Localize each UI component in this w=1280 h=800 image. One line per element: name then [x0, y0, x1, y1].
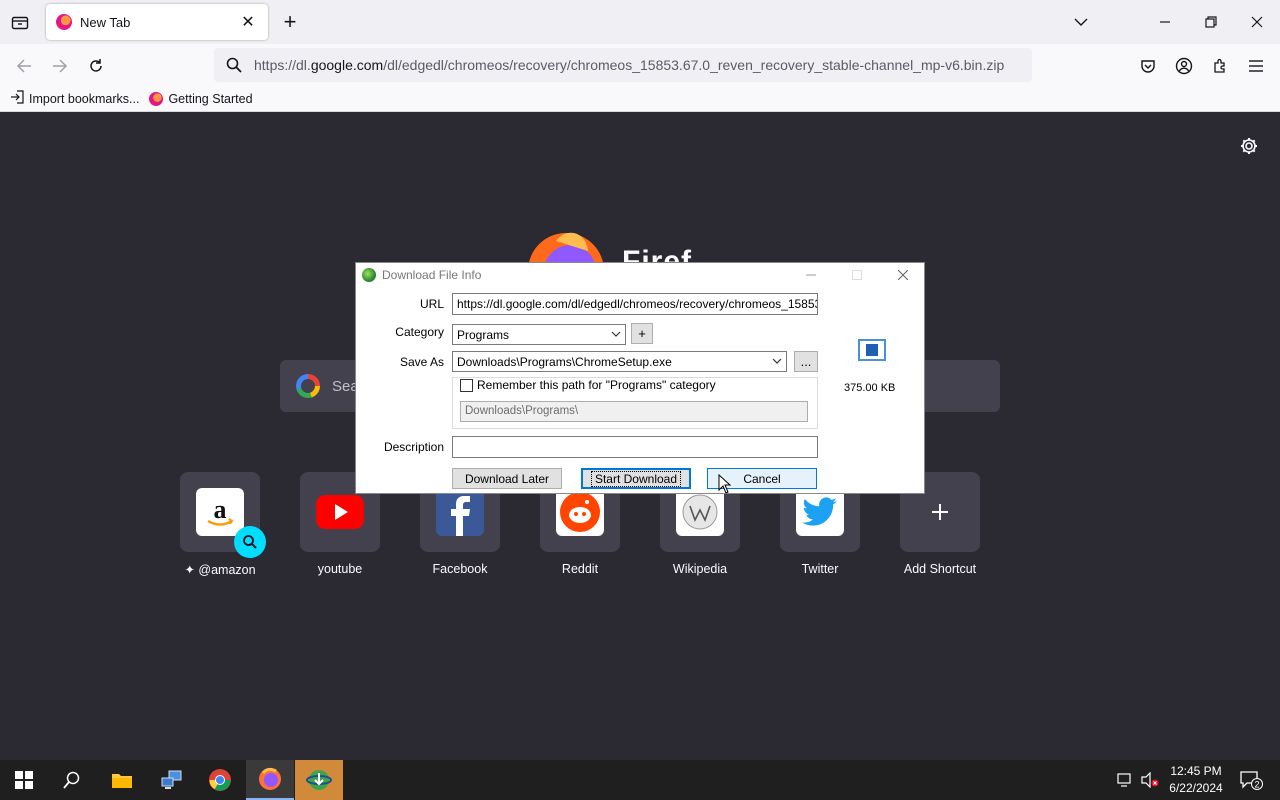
- plus-icon: [916, 488, 964, 536]
- file-explorer-icon[interactable]: [98, 760, 146, 800]
- start-download-button[interactable]: Start Download: [581, 468, 691, 489]
- reload-icon[interactable]: [82, 52, 110, 80]
- new-tab-button[interactable]: +: [278, 10, 302, 34]
- minimize-icon[interactable]: [1142, 0, 1188, 44]
- address-bar[interactable]: https://dl.google.com/dl/edgedl/chromeos…: [214, 48, 1032, 82]
- url-field[interactable]: https://dl.google.com/dl/edgedl/chromeos…: [452, 293, 818, 315]
- volume-muted-icon[interactable]: [1140, 770, 1160, 790]
- pocket-icon[interactable]: [1134, 52, 1162, 80]
- idm-taskbar-icon[interactable]: [295, 760, 343, 800]
- google-icon: [296, 374, 320, 398]
- firefox-icon: [56, 14, 72, 30]
- network-computer-icon[interactable]: [148, 760, 196, 800]
- system-clock[interactable]: 12:45 PM 6/22/2024: [1160, 763, 1232, 797]
- file-size: 375.00 KB: [844, 382, 896, 394]
- browse-button[interactable]: ...: [794, 351, 818, 372]
- shortcut-tile[interactable]: a: [180, 472, 266, 558]
- add-category-button[interactable]: +: [631, 323, 653, 344]
- description-label: Description: [383, 440, 444, 454]
- settings-gear-icon[interactable]: [1238, 135, 1260, 157]
- shortcut-label: ✦ @amazon: [184, 563, 256, 577]
- extensions-icon[interactable]: [1206, 52, 1234, 80]
- tab-list-icon[interactable]: [6, 10, 34, 34]
- navigation-bar: https://dl.google.com/dl/edgedl/chromeos…: [0, 44, 1280, 86]
- remember-path-row[interactable]: Remember this path for "Programs" catego…: [460, 378, 716, 392]
- shortcut-label: Facebook: [432, 562, 488, 576]
- youtube-icon: [316, 488, 364, 536]
- forward-icon[interactable]: [46, 52, 74, 80]
- shortcut-label: Add Shortcut: [903, 562, 977, 576]
- action-center-icon[interactable]: 2: [1238, 770, 1264, 790]
- url-text: https://dl.google.com/dl/edgedl/chromeos…: [254, 57, 1005, 73]
- save-as-select[interactable]: Downloads\Programs\ChromeSetup.exe: [452, 351, 787, 372]
- shortcut-label: youtube: [317, 562, 363, 576]
- chrome-icon[interactable]: [196, 760, 244, 800]
- restore-icon[interactable]: [1188, 0, 1234, 44]
- bookmarks-toolbar: Import bookmarks... Getting Started: [0, 86, 1280, 112]
- shortcut-amazon[interactable]: a ✦ @amazon: [180, 472, 266, 577]
- tab-new-tab[interactable]: New Tab ✕: [46, 4, 268, 40]
- shortcut-label: Wikipedia: [672, 562, 728, 576]
- svg-text:a: a: [214, 495, 227, 524]
- windows-start-icon[interactable]: [0, 760, 48, 800]
- dialog-title: Download File Info: [382, 268, 482, 282]
- download-file-info-dialog: Download File Info URL https://dl.google…: [355, 262, 925, 494]
- wikipedia-icon: [676, 488, 724, 536]
- remember-path-field: Downloads\Programs\: [460, 401, 808, 422]
- close-tab-icon[interactable]: ✕: [238, 12, 258, 32]
- category-label: Category: [395, 325, 444, 339]
- search-icon[interactable]: [48, 760, 96, 800]
- mouse-cursor-icon: [718, 474, 732, 494]
- firefox-icon: [149, 91, 164, 106]
- amazon-icon: a: [196, 488, 244, 536]
- taskbar: 12:45 PM 6/22/2024 2: [0, 760, 1280, 800]
- firefox-taskbar-icon[interactable]: [246, 760, 294, 800]
- tab-title: New Tab: [80, 14, 131, 30]
- bookmark-import[interactable]: Import bookmarks...: [10, 90, 139, 107]
- dialog-maximize-icon: [834, 263, 880, 287]
- list-all-tabs-icon[interactable]: [1058, 0, 1104, 44]
- clock-date: 6/22/2024: [1169, 781, 1223, 795]
- dialog-close-icon[interactable]: [880, 263, 926, 287]
- facebook-icon: [436, 488, 484, 536]
- description-field[interactable]: [452, 436, 818, 458]
- file-type-icon: [858, 339, 886, 361]
- bookmark-label: Getting Started: [168, 91, 253, 106]
- reddit-icon: [556, 488, 604, 536]
- dialog-minimize-icon[interactable]: [788, 263, 834, 287]
- search-icon: [234, 526, 266, 558]
- import-icon: [10, 90, 24, 107]
- twitter-icon: [796, 488, 844, 536]
- save-as-value: Downloads\Programs\ChromeSetup.exe: [457, 355, 672, 369]
- close-window-icon[interactable]: [1234, 0, 1280, 44]
- notification-count: 2: [1254, 780, 1259, 790]
- menu-icon[interactable]: [1242, 52, 1270, 80]
- remember-path-label: Remember this path for "Programs" catego…: [477, 378, 716, 392]
- download-later-button[interactable]: Download Later: [452, 468, 562, 489]
- bookmark-label: Import bookmarks...: [29, 91, 140, 106]
- search-icon: [214, 57, 254, 73]
- category-select[interactable]: Programs: [452, 324, 626, 345]
- save-as-label: Save As: [399, 355, 444, 369]
- shortcut-label: Reddit: [561, 562, 599, 576]
- bookmark-getting-started[interactable]: Getting Started: [149, 91, 253, 106]
- remember-path-checkbox[interactable]: [460, 378, 473, 392]
- shortcut-label: Twitter: [801, 562, 839, 576]
- idm-icon: [362, 268, 376, 282]
- category-value: Programs: [457, 328, 510, 342]
- clock-time: 12:45 PM: [1170, 764, 1222, 778]
- network-status-icon[interactable]: [1116, 770, 1136, 790]
- tab-bar: New Tab ✕ +: [0, 0, 1280, 44]
- chevron-down-icon: [611, 331, 621, 337]
- chevron-down-icon: [772, 358, 782, 364]
- url-label: URL: [419, 297, 444, 311]
- account-icon[interactable]: [1170, 52, 1198, 80]
- back-icon[interactable]: [10, 52, 38, 80]
